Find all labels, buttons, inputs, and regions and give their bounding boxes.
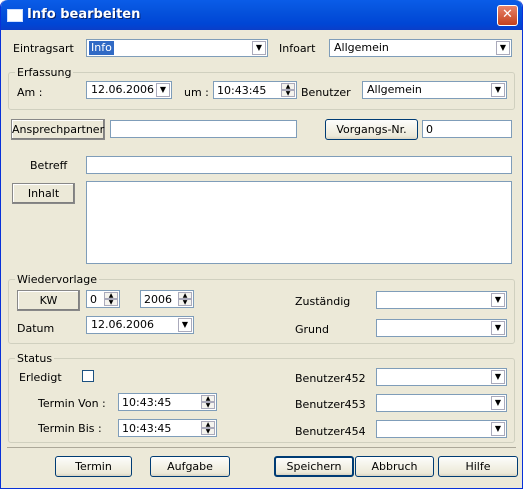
ansprechpartner-button[interactable]: Ansprechpartner	[11, 119, 105, 140]
termin-bis-spinner[interactable]: 10:43:45 ▲ ▼	[118, 419, 217, 437]
infoart-value: Allgemein	[334, 41, 389, 54]
erfassung-date-value: 12.06.2006	[91, 83, 154, 96]
am-label: Am :	[17, 86, 43, 99]
title-bar[interactable]: Info bearbeiten ✕	[1, 0, 522, 30]
benutzer452-select[interactable]: ▼	[376, 368, 507, 386]
chevron-down-icon[interactable]: ▼	[491, 370, 505, 384]
footer-divider	[7, 447, 516, 448]
betreff-label: Betreff	[30, 159, 68, 172]
termin-bis-label: Termin Bis :	[38, 422, 102, 435]
erfassung-title: Erfassung	[15, 66, 74, 79]
termin-bis-value: 10:43:45	[122, 422, 172, 435]
termin-button[interactable]: Termin	[55, 456, 132, 477]
erledigt-label: Erledigt	[19, 371, 62, 384]
benutzer453-select[interactable]: ▼	[376, 394, 507, 412]
aufgabe-button[interactable]: Aufgabe	[150, 456, 230, 477]
kw-value: 0	[90, 293, 97, 306]
benutzer453-label: Benutzer453	[295, 398, 366, 411]
inhalt-textarea[interactable]	[86, 181, 512, 264]
benutzer-value: Allgemein	[367, 83, 422, 96]
abbruch-button[interactable]: Abbruch	[355, 456, 434, 477]
wiedervorlage-title: Wiedervorlage	[15, 273, 100, 286]
close-button[interactable]: ✕	[497, 5, 518, 26]
grund-value	[379, 321, 383, 335]
eintragsart-label: Eintragsart	[13, 42, 74, 55]
benutzer452-label: Benutzer452	[295, 372, 366, 385]
um-label: um :	[184, 86, 209, 99]
year-value: 2006	[144, 293, 172, 306]
kw-button[interactable]: KW	[17, 290, 80, 311]
chevron-down-icon[interactable]: ▼	[491, 293, 505, 307]
inhalt-button[interactable]: Inhalt	[12, 183, 75, 204]
spin-down-icon[interactable]: ▼	[178, 299, 192, 306]
window-icon	[7, 9, 23, 22]
betreff-field[interactable]	[86, 156, 512, 174]
ansprechpartner-field[interactable]	[110, 120, 297, 138]
chevron-down-icon[interactable]: ▼	[156, 83, 170, 97]
erfassung-time-value: 10:43:45	[217, 84, 267, 97]
chevron-down-icon[interactable]: ▼	[496, 41, 510, 55]
benutzer-select[interactable]: Allgemein ▼	[362, 81, 507, 99]
eintragsart-select[interactable]: Info ▼	[86, 39, 268, 57]
spin-down-icon[interactable]: ▼	[201, 402, 215, 409]
infoart-select[interactable]: Allgemein ▼	[329, 39, 512, 57]
spin-up-icon[interactable]: ▲	[201, 395, 215, 402]
spin-up-icon[interactable]: ▲	[178, 292, 192, 299]
infoart-label: Infoart	[279, 42, 316, 55]
datum-value: 12.06.2006	[91, 318, 154, 331]
chevron-down-icon[interactable]: ▼	[491, 422, 505, 436]
zustaendig-label: Zuständig	[295, 295, 351, 308]
speichern-button[interactable]: Speichern	[274, 456, 354, 477]
benutzer452-value	[379, 370, 383, 384]
dialog-window: Info bearbeiten ✕ Eintragsart Info ▼ Inf…	[0, 0, 523, 489]
chevron-down-icon[interactable]: ▼	[491, 83, 505, 97]
benutzer453-value	[379, 396, 383, 410]
benutzer-label: Benutzer	[301, 86, 351, 99]
chevron-down-icon[interactable]: ▼	[252, 41, 266, 55]
chevron-down-icon[interactable]: ▼	[178, 318, 192, 332]
termin-von-spinner[interactable]: 10:43:45 ▲ ▼	[118, 393, 217, 411]
datum-date-picker[interactable]: 12.06.2006 ▼	[86, 316, 194, 334]
zustaendig-select[interactable]: ▼	[376, 291, 507, 309]
benutzer454-label: Benutzer454	[295, 425, 366, 438]
erfassung-date-picker[interactable]: 12.06.2006 ▼	[86, 81, 172, 99]
spin-up-icon[interactable]: ▲	[201, 421, 215, 428]
grund-label: Grund	[295, 323, 329, 336]
spin-down-icon[interactable]: ▼	[281, 90, 295, 97]
spin-down-icon[interactable]: ▼	[201, 428, 215, 435]
eintragsart-value: Info	[89, 41, 114, 55]
window-title: Info bearbeiten	[27, 7, 141, 22]
spin-up-icon[interactable]: ▲	[281, 83, 295, 90]
spin-down-icon[interactable]: ▼	[104, 299, 118, 306]
zustaendig-value	[379, 293, 383, 307]
termin-von-value: 10:43:45	[122, 396, 172, 409]
chevron-down-icon[interactable]: ▼	[491, 321, 505, 335]
chevron-down-icon[interactable]: ▼	[491, 396, 505, 410]
vorgangs-nr-field[interactable]: 0	[422, 120, 512, 138]
datum-label: Datum	[17, 322, 55, 335]
grund-select[interactable]: ▼	[376, 319, 507, 337]
status-title: Status	[15, 352, 55, 365]
termin-von-label: Termin Von :	[38, 397, 106, 410]
year-spinner[interactable]: 2006 ▲ ▼	[140, 290, 194, 308]
benutzer454-select[interactable]: ▼	[376, 420, 507, 438]
vorgangs-nr-button[interactable]: Vorgangs-Nr.	[325, 119, 418, 140]
hilfe-button[interactable]: Hilfe	[438, 456, 518, 477]
erledigt-checkbox[interactable]	[82, 370, 94, 382]
kw-spinner[interactable]: 0 ▲ ▼	[86, 290, 120, 308]
erfassung-time-spinner[interactable]: 10:43:45 ▲ ▼	[213, 81, 297, 99]
benutzer454-value	[379, 422, 383, 436]
spin-up-icon[interactable]: ▲	[104, 292, 118, 299]
